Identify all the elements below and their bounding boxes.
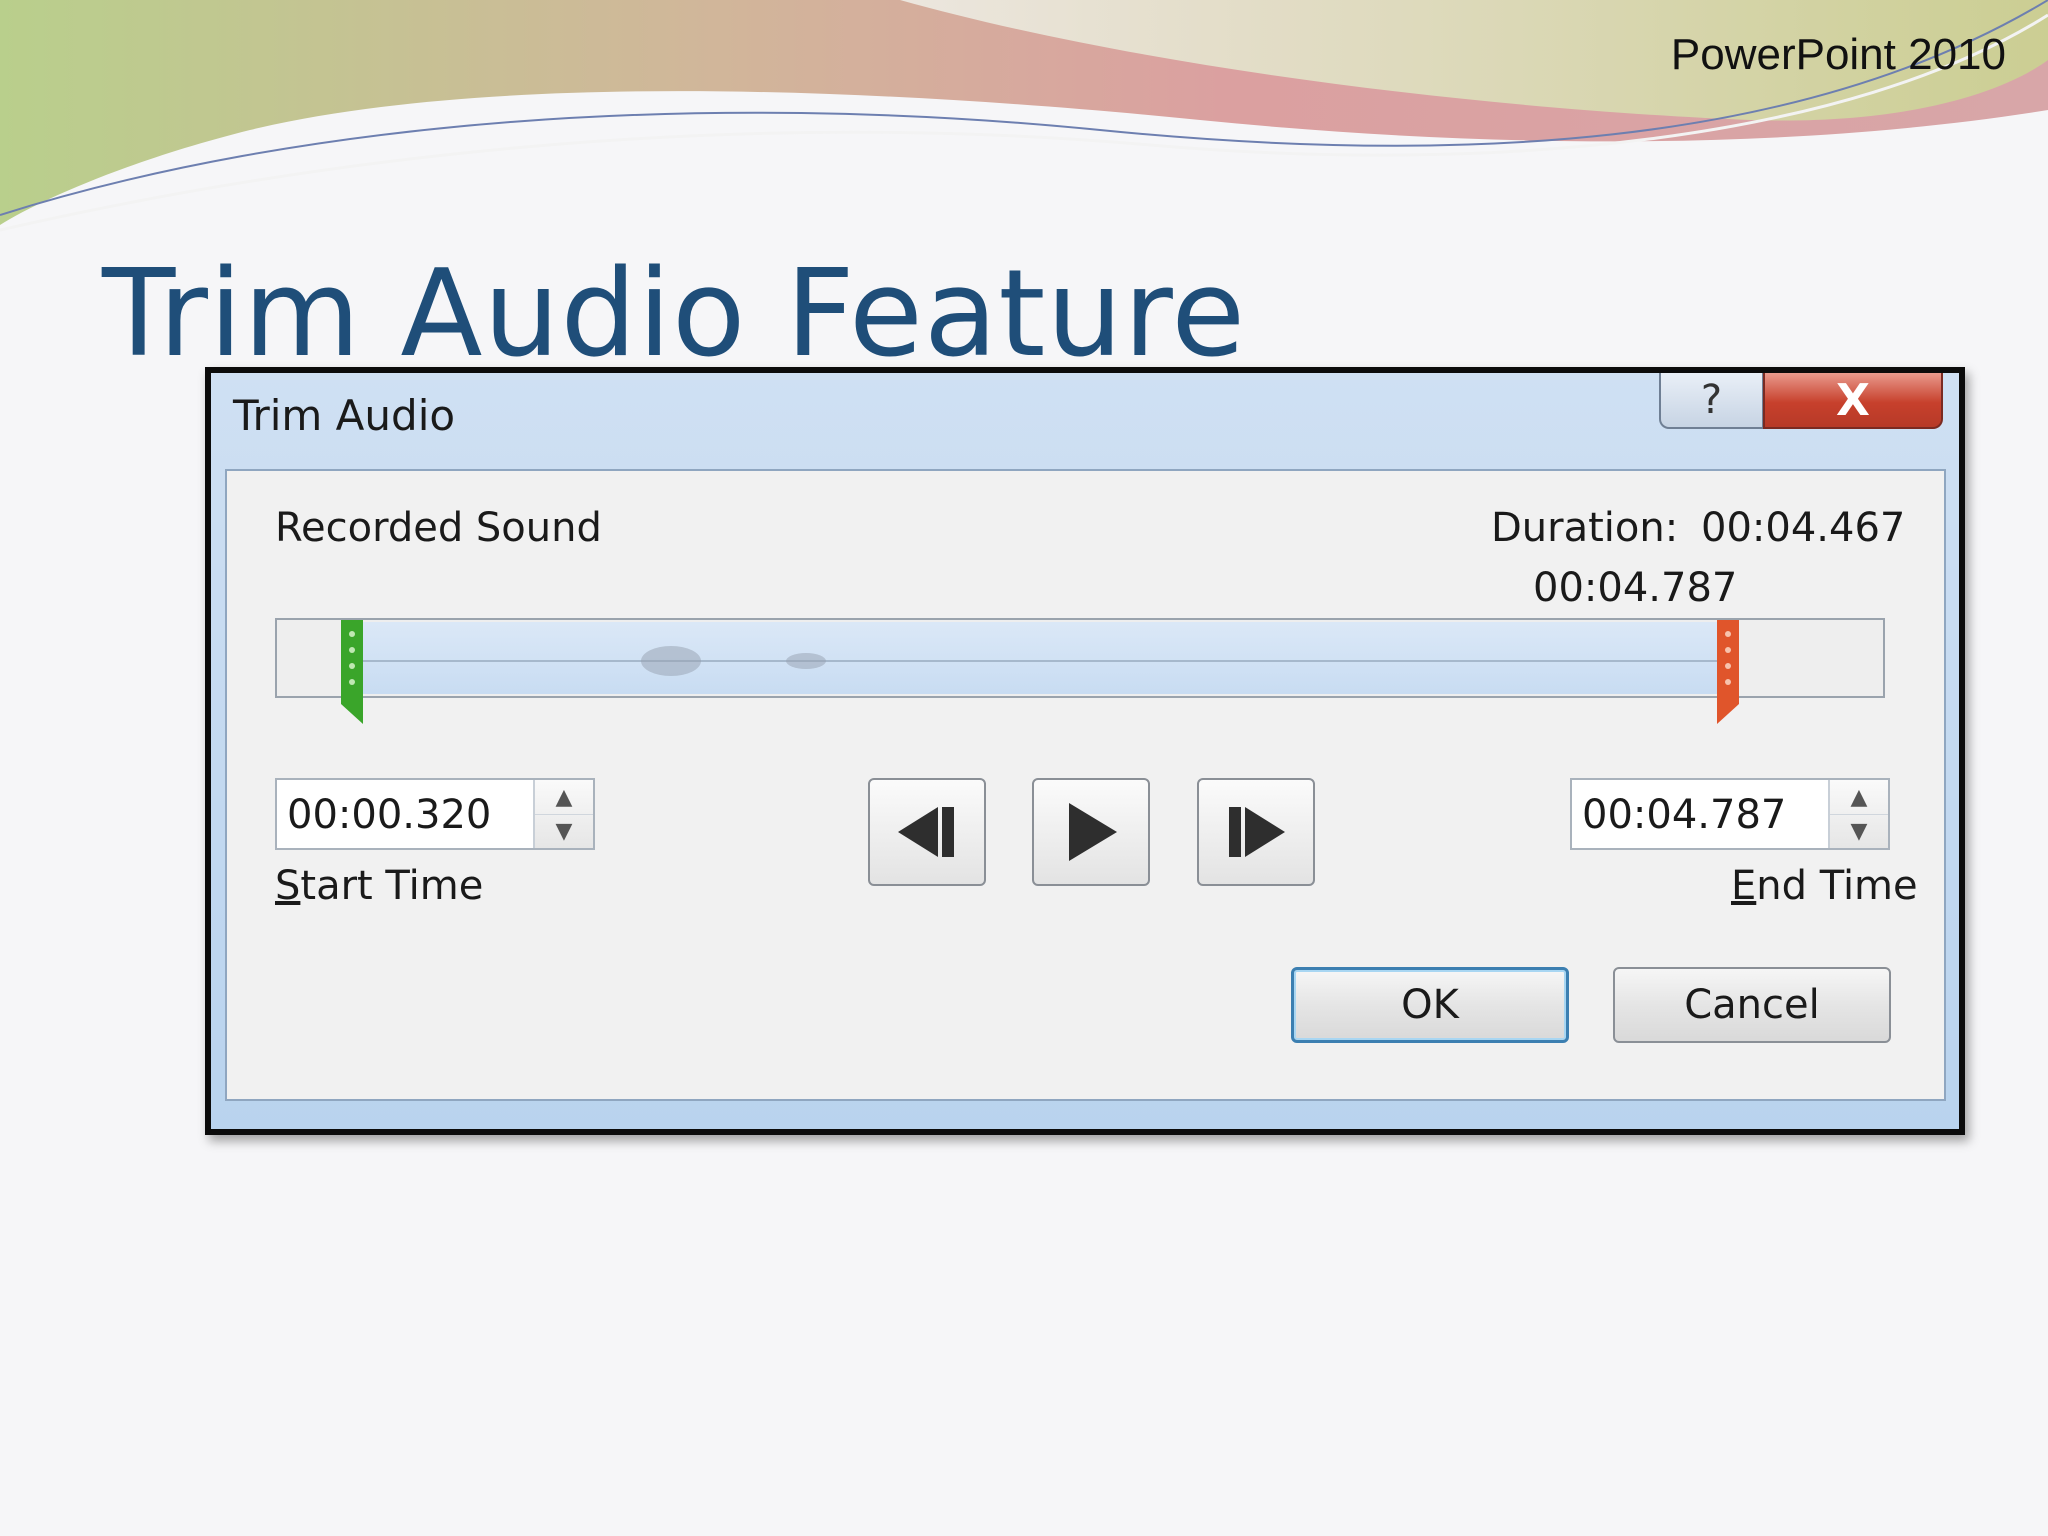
help-button[interactable]: ? (1659, 373, 1764, 429)
previous-frame-icon (898, 807, 954, 857)
spin-up-icon: ▲ (1850, 784, 1868, 810)
start-time-mnemonic: S (275, 863, 301, 909)
spin-up-icon: ▲ (555, 784, 573, 810)
trim-selection (351, 622, 1737, 694)
spin-down-icon: ▼ (555, 818, 573, 844)
cancel-button[interactable]: Cancel (1613, 967, 1891, 1043)
help-icon: ? (1700, 377, 1723, 423)
ok-button-label: OK (1401, 982, 1459, 1028)
start-time-spinner: ▲ ▼ (533, 780, 593, 848)
ok-button[interactable]: OK (1291, 967, 1569, 1043)
end-marker-time: 00:04.787 (1533, 565, 1738, 611)
dialog-title: Trim Audio (233, 391, 456, 440)
cancel-button-label: Cancel (1684, 982, 1820, 1028)
play-icon (1069, 803, 1117, 861)
start-time-label: Start Time (275, 863, 483, 909)
audio-timeline[interactable] (275, 618, 1885, 724)
start-time-field: ▲ ▼ (275, 778, 595, 850)
end-time-down-button[interactable]: ▼ (1830, 814, 1888, 848)
spin-down-icon: ▼ (1850, 818, 1868, 844)
waveform-peak (641, 646, 701, 676)
waveform-line (351, 660, 1737, 662)
previous-frame-button[interactable] (868, 778, 986, 886)
duration-value: 00:04.467 (1701, 505, 1906, 551)
end-time-label-text: nd Time (1756, 863, 1918, 909)
close-button[interactable]: X (1763, 373, 1943, 429)
close-icon: X (1836, 374, 1870, 426)
end-time-spinner: ▲ ▼ (1828, 780, 1888, 848)
clip-name: Recorded Sound (275, 505, 602, 551)
duration-label: Duration: (1491, 505, 1679, 551)
start-time-down-button[interactable]: ▼ (535, 814, 593, 848)
end-time-mnemonic: E (1731, 863, 1757, 909)
next-frame-button[interactable] (1197, 778, 1315, 886)
start-trim-handle[interactable] (341, 620, 363, 724)
slide-title: Trim Audio Feature (102, 245, 1247, 384)
dialog-content: Recorded Sound Duration: 00:04.467 00:04… (225, 469, 1946, 1101)
waveform-peak (786, 653, 826, 669)
start-time-up-button[interactable]: ▲ (535, 780, 593, 815)
end-time-up-button[interactable]: ▲ (1830, 780, 1888, 815)
end-time-label: End Time (1731, 863, 1918, 909)
start-time-label-text: tart Time (300, 863, 484, 909)
brand-label: PowerPoint 2010 (1670, 30, 2006, 79)
end-time-field: ▲ ▼ (1570, 778, 1890, 850)
play-button[interactable] (1032, 778, 1150, 886)
start-time-input[interactable] (285, 788, 509, 842)
trim-audio-dialog: Trim Audio ? X Recorded Sound Duration: … (205, 367, 1965, 1135)
end-time-input[interactable] (1580, 788, 1804, 842)
next-frame-icon (1229, 807, 1285, 857)
end-trim-handle[interactable] (1717, 620, 1739, 724)
dialog-titlebar[interactable]: Trim Audio ? X (211, 373, 1959, 469)
